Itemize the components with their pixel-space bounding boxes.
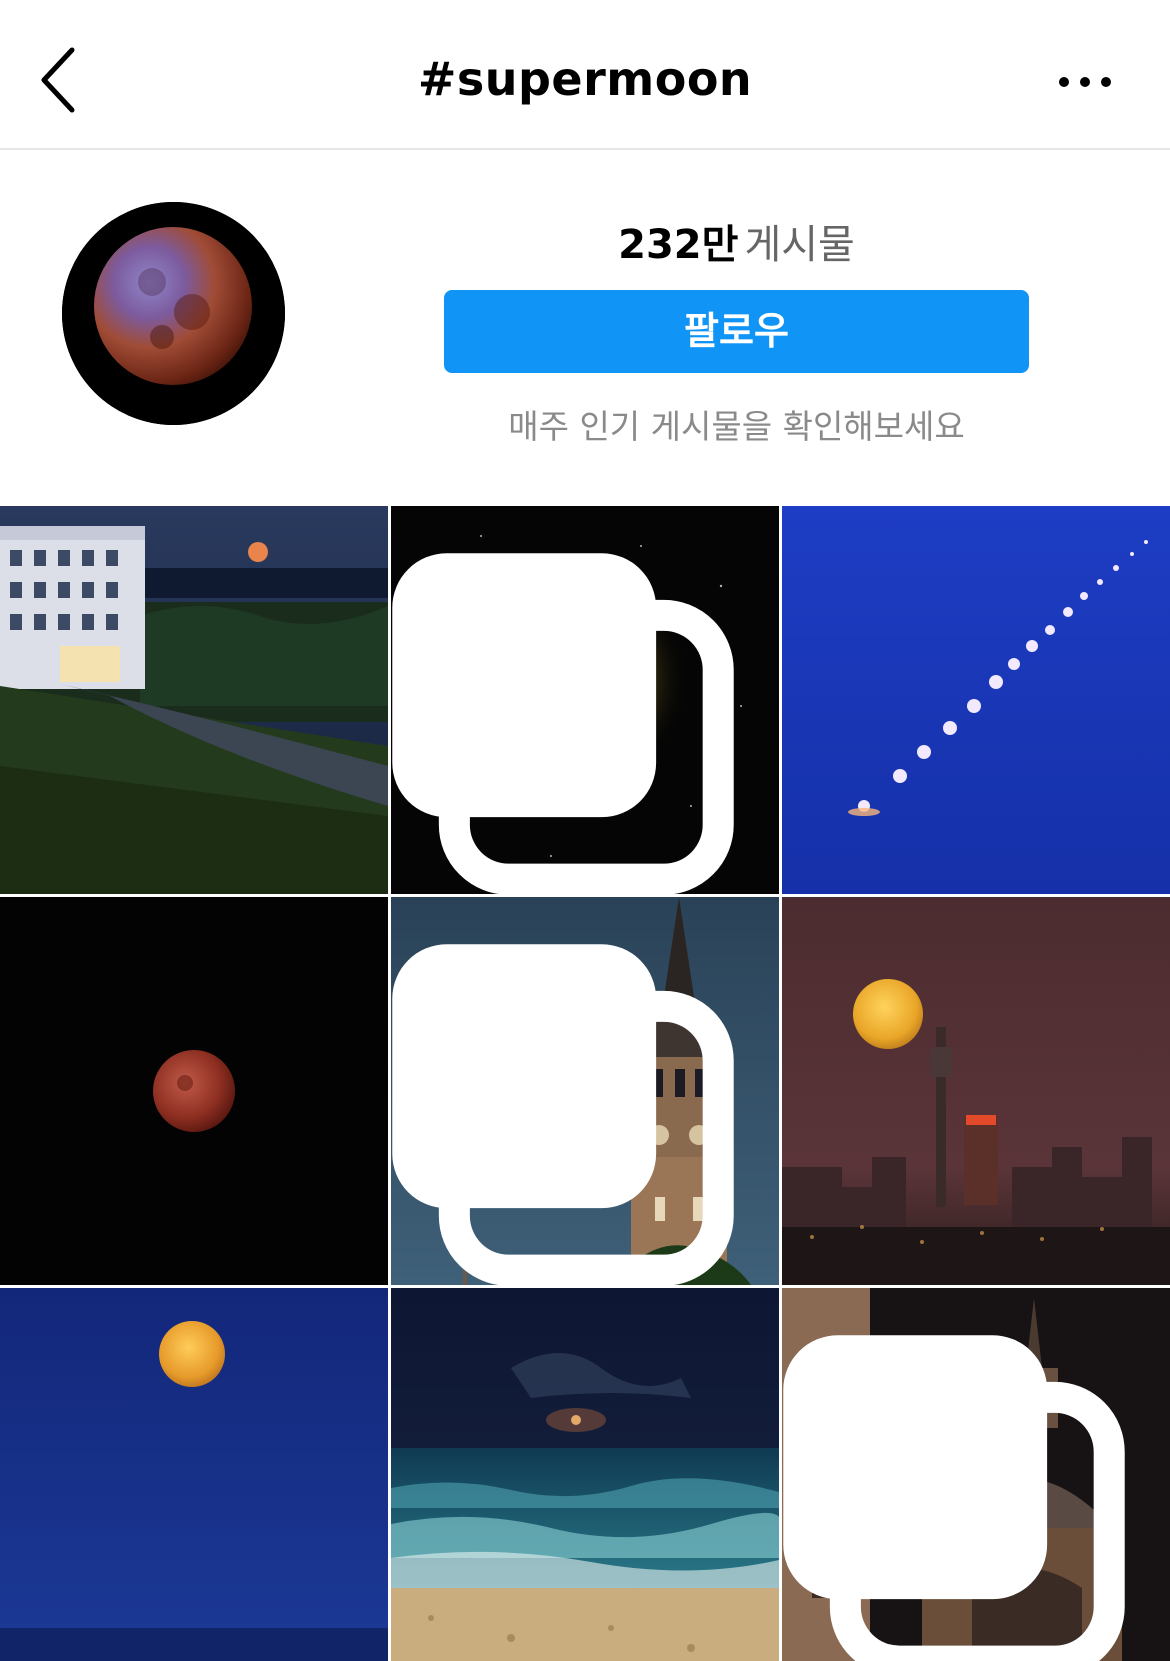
post-tile-moon-phases-sequence[interactable] [782,506,1170,894]
follow-button[interactable]: 팔로우 [444,290,1029,373]
post-count-label: 게시물 [744,222,855,268]
post-tile-church-steeple-moon[interactable] [391,897,779,1285]
top-nav-bar: #supermoon [0,0,1170,150]
post-tile-city-tower-moon[interactable] [782,897,1170,1285]
posts-grid [0,504,1170,1661]
post-count-number: 232만 [618,222,739,268]
post-tile-cathedral-moon[interactable] [782,1288,1170,1661]
post-tile-blue-sky-moon[interactable] [0,1288,388,1661]
more-options-button[interactable] [1050,62,1120,102]
post-tile-lunar-eclipse-stars[interactable] [391,506,779,894]
multiple-images-icon [392,553,734,894]
post-tile-ocean-waves-moon[interactable] [391,1288,779,1661]
page-title: #supermoon [417,52,753,106]
multiple-images-icon [783,1335,1125,1661]
post-tile-blood-moon-dark[interactable] [0,897,388,1285]
hashtag-avatar [62,202,285,425]
more-horizontal-icon [1059,77,1111,87]
post-tile-mansion-moonrise[interactable] [0,506,388,894]
multiple-images-icon [392,944,734,1285]
weekly-top-posts-hint: 매주 인기 게시물을 확인해보세요 [508,407,965,446]
post-count: 232만 게시물 [444,212,1029,270]
hashtag-header: 232만 게시물 팔로우 매주 인기 게시물을 확인해보세요 [0,152,1170,504]
